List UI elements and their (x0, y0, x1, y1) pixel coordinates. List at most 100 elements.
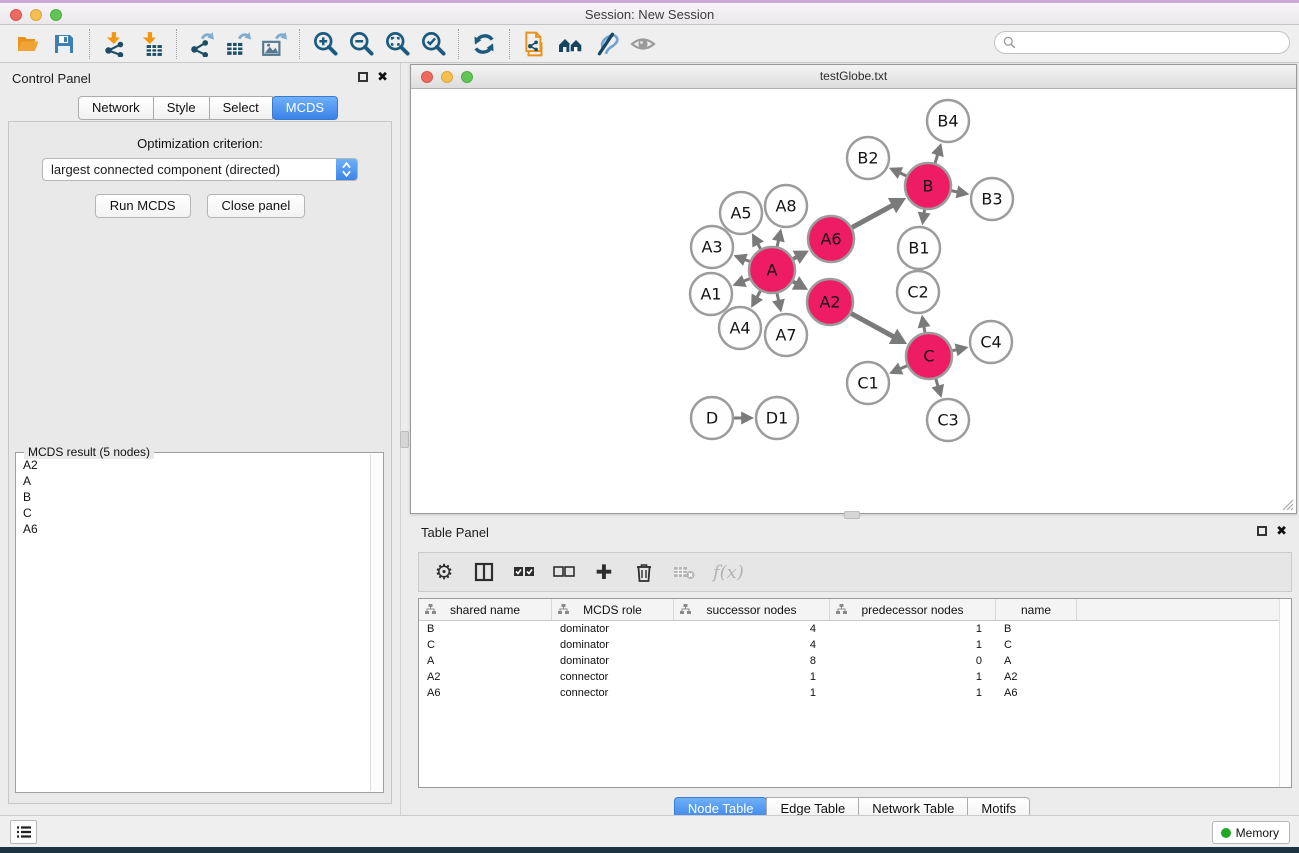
column-header-successor-nodes[interactable]: successor nodes (674, 599, 830, 620)
global-search-box[interactable] (994, 31, 1290, 54)
graph-node-B1[interactable]: B1 (898, 227, 940, 269)
graph-node-C2[interactable]: C2 (897, 271, 939, 313)
graph-node-D[interactable]: D (691, 397, 733, 439)
graph-node-A1[interactable]: A1 (690, 273, 732, 315)
network-canvas[interactable]: B4 B2 B B3 A8A5 A6 A3 B1 A C2 A1 A2 A4A7 C4 C C1 C3 D D1 (411, 89, 1296, 513)
zoom-fit-button[interactable] (379, 28, 415, 60)
show-columns-icon[interactable] (473, 560, 495, 584)
table-cell: 8 (674, 653, 830, 669)
column-header-name[interactable]: name (996, 599, 1077, 620)
table-row[interactable]: Adominator80A (419, 653, 1291, 669)
horizontal-split-grip[interactable] (844, 511, 860, 519)
graph-node-B4[interactable]: B4 (927, 100, 969, 142)
mcds-tab-content: Optimization criterion: largest connecte… (8, 121, 392, 804)
graph-node-A3[interactable]: A3 (691, 226, 733, 268)
session-title: Session: New Session (0, 7, 1299, 22)
control-panel-float-icon[interactable] (358, 72, 368, 82)
table-row[interactable]: Bdominator41B (419, 621, 1291, 637)
hide-graphics-details-button[interactable] (589, 28, 625, 60)
graph-node-C1[interactable]: C1 (847, 362, 889, 404)
apply-layout-button[interactable] (466, 28, 502, 60)
search-input[interactable] (1016, 36, 1289, 50)
graph-node-A[interactable]: A (749, 247, 795, 293)
graph-edge-A6-B[interactable] (852, 205, 894, 228)
import-table-button[interactable] (133, 28, 169, 60)
criterion-dropdown[interactable]: largest connected component (directed) (42, 158, 358, 181)
graph-node-C4[interactable]: C4 (970, 321, 1012, 363)
graph-edge-A2-C[interactable] (851, 313, 895, 337)
graph-node-B3[interactable]: B3 (971, 178, 1013, 220)
result-item[interactable]: A2 (16, 457, 369, 473)
table-panel-float-icon[interactable] (1257, 526, 1267, 536)
function-builder-icon[interactable]: f(x) (713, 560, 744, 584)
show-hide-eye-button[interactable] (625, 28, 661, 60)
table-cell: C (419, 637, 552, 653)
table-settings-gear-icon[interactable]: ⚙ (433, 560, 455, 584)
new-network-from-selection-button[interactable] (517, 28, 553, 60)
delete-column-trash-icon[interactable] (633, 560, 655, 584)
result-item[interactable]: B (16, 489, 369, 505)
table-cell: 1 (830, 669, 996, 685)
table-cell: connector (552, 685, 674, 701)
tab-select[interactable]: Select (209, 96, 273, 120)
memory-button[interactable]: Memory (1212, 821, 1290, 844)
create-column-plus-icon[interactable]: ✚ (593, 560, 615, 584)
network-window-titlebar[interactable]: testGlobe.txt (411, 65, 1296, 89)
graph-node-A5[interactable]: A5 (720, 192, 762, 234)
zoom-in-button[interactable] (307, 28, 343, 60)
export-table-button[interactable] (220, 28, 256, 60)
result-scrollbar[interactable] (370, 454, 383, 791)
table-scrollbar[interactable] (1279, 599, 1291, 787)
tab-network[interactable]: Network (78, 96, 154, 120)
import-network-icon (102, 31, 128, 57)
graph-edge-arrowhead (918, 315, 931, 329)
graph-node-A2[interactable]: A2 (807, 279, 853, 325)
graph-edge-arrowhead (931, 143, 943, 157)
export-image-button[interactable] (256, 28, 292, 60)
table-row[interactable]: A6connector11A6 (419, 685, 1291, 701)
graph-node-label: C1 (857, 374, 878, 393)
table-panel-close-icon[interactable]: ✖ (1276, 526, 1287, 536)
graph-node-A7[interactable]: A7 (765, 314, 807, 356)
show-panels-list-button[interactable] (10, 820, 37, 844)
export-network-button[interactable] (184, 28, 220, 60)
zoom-out-button[interactable] (343, 28, 379, 60)
window-resize-grip[interactable] (1281, 498, 1294, 511)
column-header-MCDS-role[interactable]: MCDS role (552, 599, 674, 620)
result-item[interactable]: A6 (16, 521, 369, 537)
run-mcds-button[interactable]: Run MCDS (95, 194, 191, 218)
node-table: shared nameMCDS rolesuccessor nodesprede… (418, 598, 1292, 788)
zoom-selected-button[interactable] (415, 28, 451, 60)
graph-node-label: D (706, 409, 718, 428)
control-panel-close-icon[interactable]: ✖ (377, 72, 388, 82)
optimization-criterion-label: Optimization criterion: (9, 136, 391, 151)
result-item[interactable]: C (16, 505, 369, 521)
tab-style[interactable]: Style (153, 96, 210, 120)
graph-node-A4[interactable]: A4 (719, 307, 761, 349)
result-item[interactable]: A (16, 473, 369, 489)
graph-node-D1[interactable]: D1 (756, 397, 798, 439)
refresh-icon (471, 31, 497, 57)
select-all-columns-icon[interactable] (513, 560, 535, 584)
cybrowser-home-button[interactable] (553, 28, 589, 60)
open-session-button[interactable] (10, 28, 46, 60)
graph-node-B2[interactable]: B2 (847, 137, 889, 179)
tree-icon (425, 604, 436, 615)
network-document-icon (522, 31, 548, 57)
vertical-split-grip[interactable] (400, 431, 409, 448)
close-panel-button[interactable]: Close panel (207, 194, 306, 218)
delete-table-icon[interactable] (673, 560, 695, 584)
column-header-shared-name[interactable]: shared name (419, 599, 552, 620)
graph-node-C3[interactable]: C3 (927, 399, 969, 441)
graph-node-A8[interactable]: A8 (765, 185, 807, 227)
table-row[interactable]: A2connector11A2 (419, 669, 1291, 685)
graph-node-C[interactable]: C (906, 333, 952, 379)
column-header-predecessor-nodes[interactable]: predecessor nodes (830, 599, 996, 620)
import-network-button[interactable] (97, 28, 133, 60)
graph-node-A6[interactable]: A6 (808, 216, 854, 262)
tab-mcds[interactable]: MCDS (272, 96, 338, 120)
graph-node-B[interactable]: B (905, 163, 951, 209)
table-row[interactable]: Cdominator41C (419, 637, 1291, 653)
unselect-all-columns-icon[interactable] (553, 560, 575, 584)
save-session-button[interactable] (46, 28, 82, 60)
